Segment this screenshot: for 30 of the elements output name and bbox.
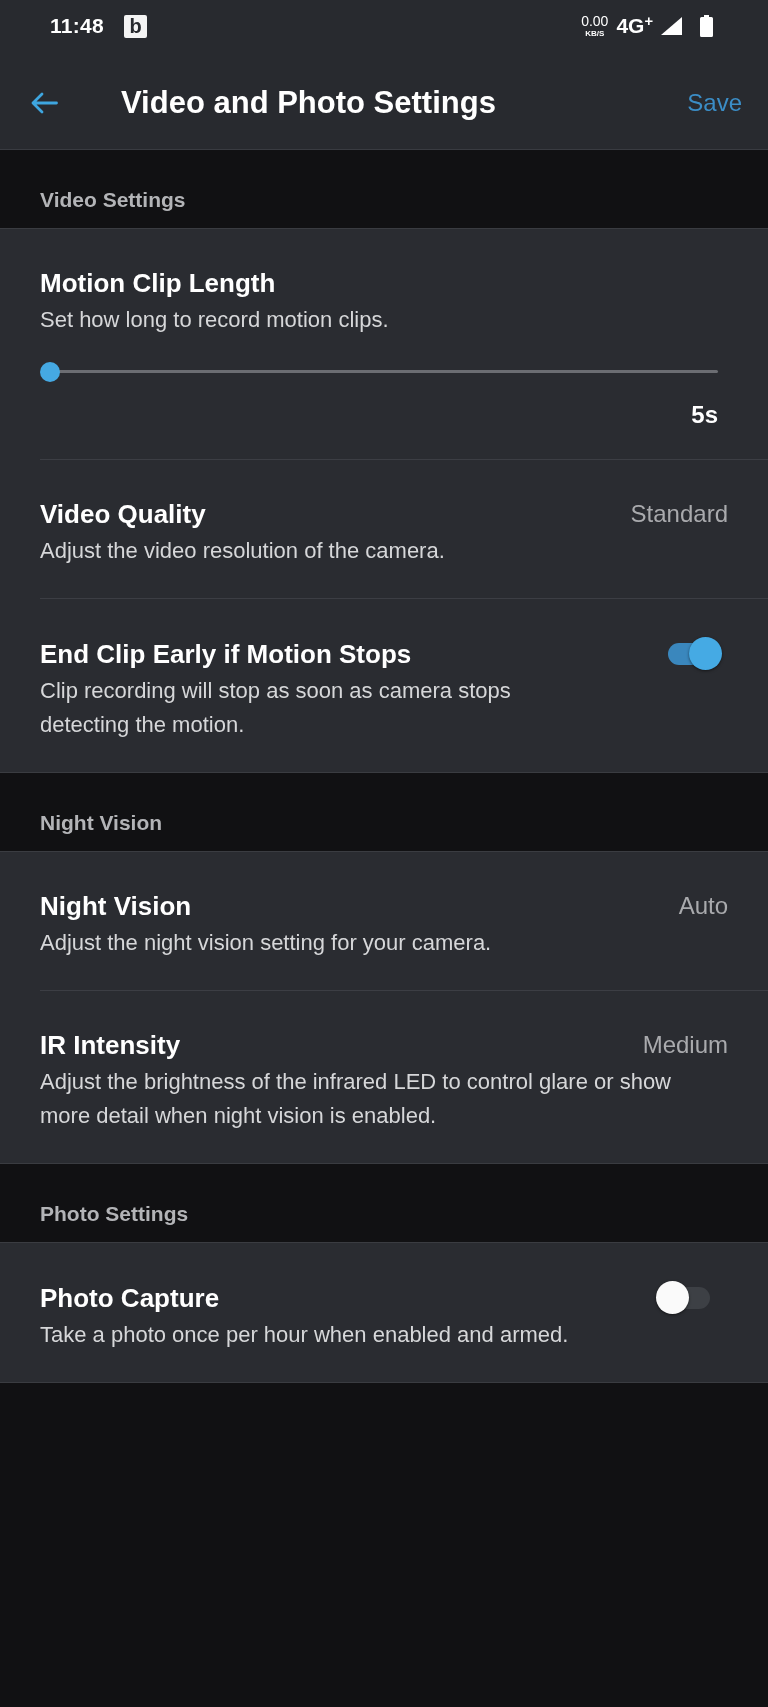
status-time: 11:48 <box>50 14 105 38</box>
setting-value: Medium <box>642 1030 728 1060</box>
network-type: 4G$^{+}$ <box>616 14 653 38</box>
setting-title: Motion Clip Length <box>40 267 276 299</box>
section-title: Video Settings <box>39 187 187 213</box>
setting-title: Night Vision <box>40 890 192 922</box>
notification-icon: b <box>124 14 148 38</box>
setting-description: Clip recording will stop as soon as camera stops detecting the motion. <box>40 677 512 739</box>
speed-unit: KB/S <box>585 30 605 38</box>
setting-title: End Clip Early if Motion Stops <box>40 637 412 670</box>
network-speed: 0.00 <box>581 14 609 28</box>
setting-description: Set how long to record motion clips. <box>40 306 390 334</box>
slider-reading: 5s <box>691 401 718 429</box>
back-arrow-icon <box>30 90 58 115</box>
setting-title: Photo Capture <box>40 1281 220 1314</box>
signal-icon <box>661 17 682 35</box>
setting-title: Video Quality <box>40 498 206 530</box>
battery-icon <box>700 15 713 37</box>
setting-value: Standard <box>630 499 728 529</box>
setting-description: Adjust the video resolution of the camera. <box>40 537 446 565</box>
setting-description: Adjust the brightness of the infrared LED to control glare or show more detail when night vision is enabled. <box>40 1068 672 1130</box>
section-title: Night Vision <box>39 810 164 836</box>
section-title: Photo Settings <box>39 1201 190 1227</box>
setting-title: IR Intensity <box>40 1029 181 1061</box>
save-button[interactable]: Save <box>679 82 750 123</box>
setting-value: Auto <box>678 891 728 921</box>
page-title: Video and Photo Settings <box>121 84 496 121</box>
slider-thumb[interactable] <box>40 362 60 382</box>
setting-description: Take a photo once per hour when enabled and armed. <box>40 1321 570 1349</box>
setting-description: Adjust the night vision setting for your camera. <box>40 929 493 957</box>
